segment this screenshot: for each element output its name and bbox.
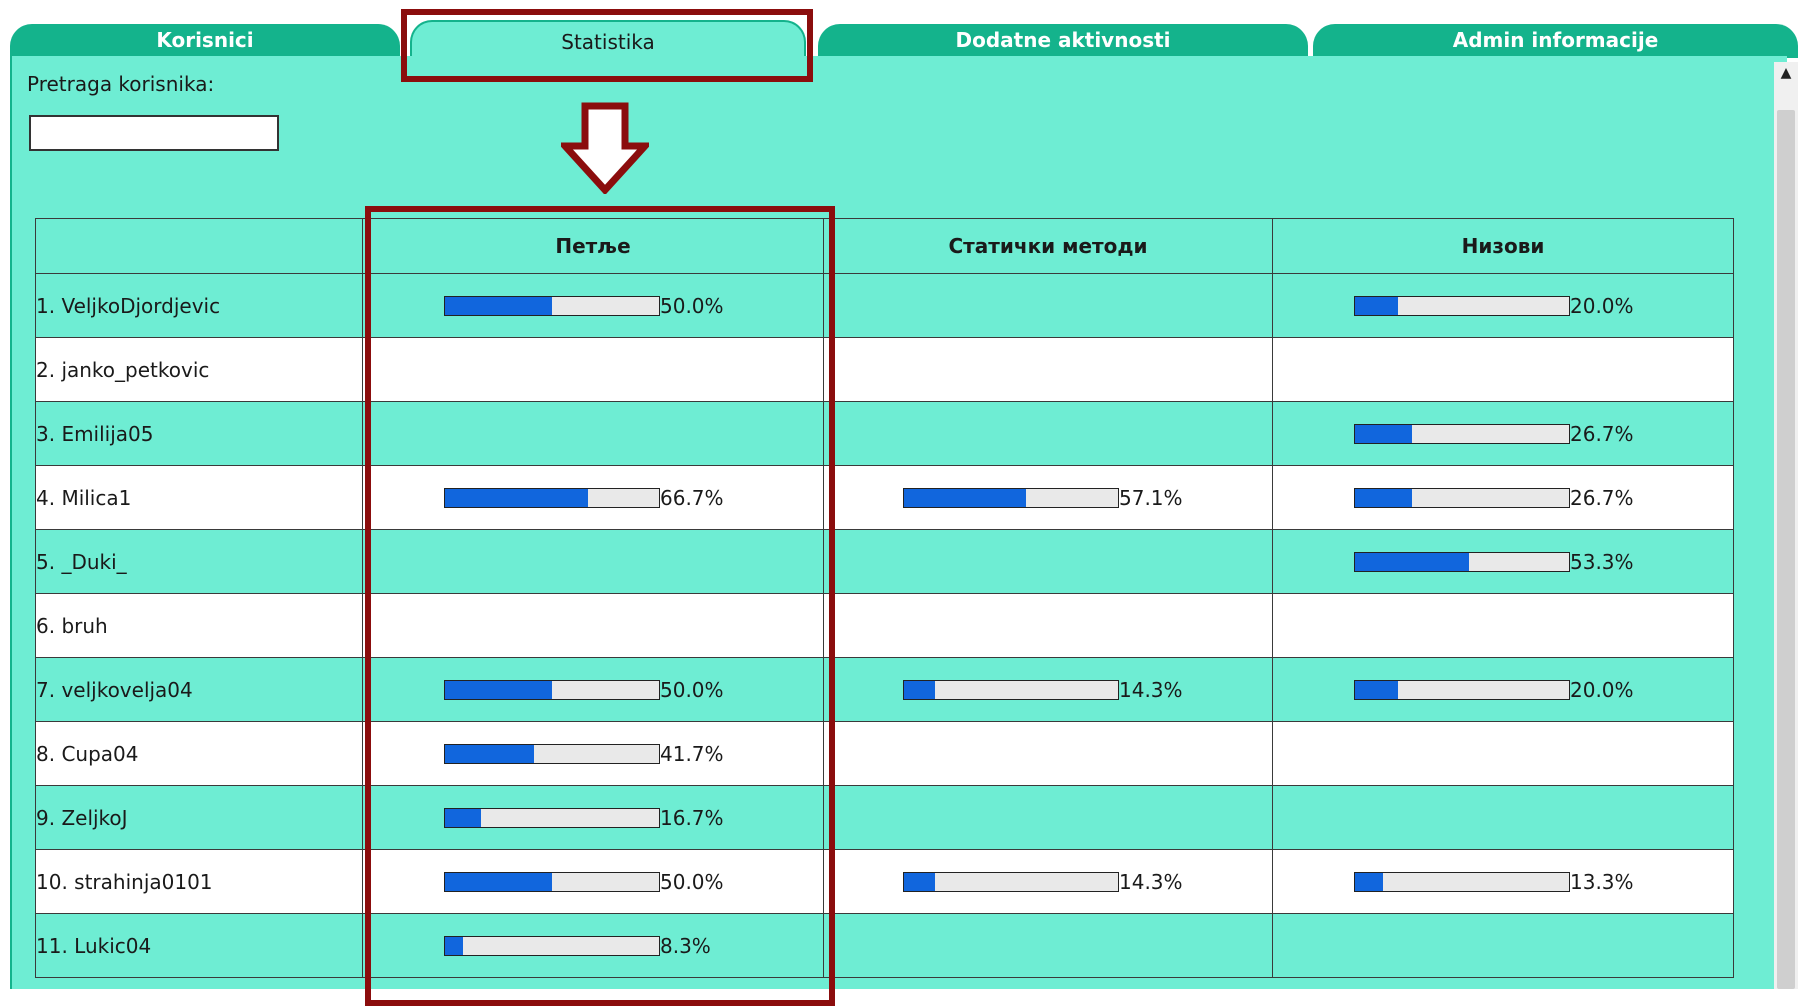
progress-bar bbox=[1354, 424, 1570, 444]
progress-value: 20.0% bbox=[1570, 294, 1634, 318]
progress-bar-fill bbox=[904, 873, 935, 891]
progress-value: 14.3% bbox=[1119, 678, 1183, 702]
user-name-cell: 6. bruh bbox=[35, 593, 363, 658]
header-user bbox=[35, 218, 363, 274]
progress-value: 26.7% bbox=[1570, 422, 1634, 446]
progress-cell-nizovi: 26.7% bbox=[1272, 465, 1734, 530]
user-name-cell: 2. janko_petkovic bbox=[35, 337, 363, 402]
progress-cell-staticki-metodi bbox=[823, 337, 1273, 402]
progress-cell-nizovi bbox=[1272, 337, 1734, 402]
progress-value: 13.3% bbox=[1570, 870, 1634, 894]
progress-bar-fill bbox=[1355, 873, 1384, 891]
progress-cell-staticki-metodi: 14.3% bbox=[823, 657, 1273, 722]
user-name-cell: 10. strahinja0101 bbox=[35, 849, 363, 914]
table-row: 2. janko_petkovic bbox=[35, 337, 1734, 402]
tab-bar: Korisnici Statistika Dodatne aktivnosti … bbox=[0, 0, 1798, 62]
user-name-cell: 3. Emilija05 bbox=[35, 401, 363, 466]
table-row: 11. Lukic04 8.3% bbox=[35, 913, 1734, 978]
user-name-cell: 9. ZeljkoJ bbox=[35, 785, 363, 850]
progress-bar-fill bbox=[1355, 425, 1413, 443]
progress-value: 53.3% bbox=[1570, 550, 1634, 574]
progress-cell-nizovi: 26.7% bbox=[1272, 401, 1734, 466]
down-arrow-icon bbox=[561, 102, 649, 194]
progress-bar-fill bbox=[904, 681, 935, 699]
progress-cell-staticki-metodi bbox=[823, 273, 1273, 338]
search-input[interactable] bbox=[29, 115, 279, 151]
progress-bar-fill bbox=[904, 489, 1027, 507]
scroll-thumb[interactable] bbox=[1777, 110, 1795, 989]
user-name-cell: 8. Cupa04 bbox=[35, 721, 363, 786]
progress-cell-nizovi: 13.3% bbox=[1272, 849, 1734, 914]
progress-bar bbox=[903, 872, 1119, 892]
progress-cell-nizovi: 20.0% bbox=[1272, 657, 1734, 722]
progress-cell-staticki-metodi bbox=[823, 401, 1273, 466]
progress-value: 57.1% bbox=[1119, 486, 1183, 510]
progress-cell-nizovi bbox=[1272, 785, 1734, 850]
progress-bar bbox=[1354, 296, 1570, 316]
table-header-row: Петље Статички методи Низови bbox=[35, 218, 1734, 274]
progress-bar bbox=[1354, 552, 1570, 572]
column-highlight-box bbox=[365, 206, 835, 1006]
tab-korisnici[interactable]: Korisnici bbox=[10, 24, 400, 58]
progress-cell-nizovi bbox=[1272, 913, 1734, 978]
user-name-cell: 11. Lukic04 bbox=[35, 913, 363, 978]
user-name-cell: 4. Milica1 bbox=[35, 465, 363, 530]
progress-cell-nizovi: 20.0% bbox=[1272, 273, 1734, 338]
progress-bar-fill bbox=[1355, 297, 1398, 315]
progress-bar-fill bbox=[1355, 681, 1398, 699]
table-row: 9. ZeljkoJ 16.7% bbox=[35, 785, 1734, 850]
table-row: 4. Milica1 66.7% 57.1% 26.7% bbox=[35, 465, 1734, 530]
search-label: Pretraga korisnika: bbox=[27, 72, 215, 96]
user-name-cell: 1. VeljkoDjordjevic bbox=[35, 273, 363, 338]
progress-cell-staticki-metodi: 57.1% bbox=[823, 465, 1273, 530]
tab-highlight-box bbox=[401, 9, 813, 82]
progress-cell-staticki-metodi bbox=[823, 721, 1273, 786]
scroll-up-icon[interactable]: ▲ bbox=[1774, 62, 1798, 86]
progress-cell-staticki-metodi bbox=[823, 913, 1273, 978]
progress-bar-fill bbox=[1355, 553, 1470, 571]
progress-cell-nizovi: 53.3% bbox=[1272, 529, 1734, 594]
user-name-cell: 7. veljkovelja04 bbox=[35, 657, 363, 722]
table-row: 1. VeljkoDjordjevic 50.0% 20.0% bbox=[35, 273, 1734, 338]
table-row: 10. strahinja0101 50.0% 14.3% 13.3% bbox=[35, 849, 1734, 914]
table-row: 5. _Duki_ 53.3% bbox=[35, 529, 1734, 594]
progress-bar bbox=[903, 680, 1119, 700]
tab-admin-informacije[interactable]: Admin informacije bbox=[1313, 24, 1798, 58]
progress-bar-fill bbox=[1355, 489, 1413, 507]
user-name-cell: 5. _Duki_ bbox=[35, 529, 363, 594]
progress-value: 26.7% bbox=[1570, 486, 1634, 510]
table-row: 7. veljkovelja04 50.0% 14.3% 20.0% bbox=[35, 657, 1734, 722]
statistics-table: Петље Статички методи Низови 1. VeljkoDj… bbox=[35, 218, 1734, 978]
progress-bar bbox=[1354, 680, 1570, 700]
progress-cell-staticki-metodi bbox=[823, 785, 1273, 850]
progress-cell-nizovi bbox=[1272, 721, 1734, 786]
progress-value: 14.3% bbox=[1119, 870, 1183, 894]
header-staticki-metodi: Статички методи bbox=[823, 218, 1273, 274]
vertical-scrollbar[interactable]: ▲ bbox=[1774, 62, 1798, 989]
progress-cell-staticki-metodi bbox=[823, 529, 1273, 594]
progress-value: 20.0% bbox=[1570, 678, 1634, 702]
header-nizovi: Низови bbox=[1272, 218, 1734, 274]
progress-cell-staticki-metodi: 14.3% bbox=[823, 849, 1273, 914]
progress-bar bbox=[1354, 488, 1570, 508]
table-row: 3. Emilija05 26.7% bbox=[35, 401, 1734, 466]
table-row: 6. bruh bbox=[35, 593, 1734, 658]
progress-bar bbox=[903, 488, 1119, 508]
progress-cell-nizovi bbox=[1272, 593, 1734, 658]
progress-cell-staticki-metodi bbox=[823, 593, 1273, 658]
tab-dodatne-aktivnosti[interactable]: Dodatne aktivnosti bbox=[818, 24, 1308, 58]
table-row: 8. Cupa04 41.7% bbox=[35, 721, 1734, 786]
progress-bar bbox=[1354, 872, 1570, 892]
